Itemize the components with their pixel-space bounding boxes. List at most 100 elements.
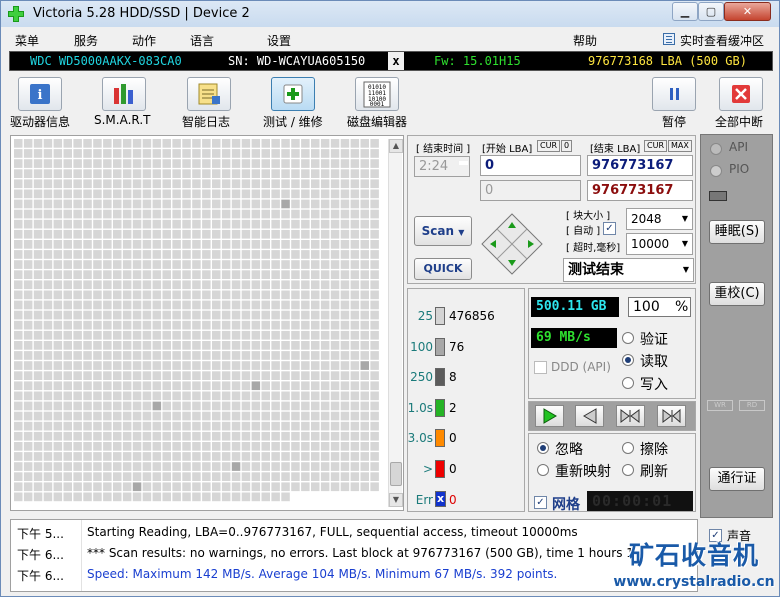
end-lba-input[interactable]: 976773167 xyxy=(587,155,693,176)
ignore-radio[interactable] xyxy=(537,442,549,454)
scan-button[interactable]: Scan ▼ xyxy=(414,216,472,246)
menu-service[interactable]: 服务 xyxy=(74,32,98,49)
device-capacity: 976773168 LBA (500 GB) xyxy=(588,54,747,68)
info-icon: i xyxy=(30,84,50,104)
status-select[interactable]: 测试结束 xyxy=(563,258,694,282)
ignore-label: 忽略 xyxy=(555,442,583,458)
smart-log-button[interactable] xyxy=(187,77,231,111)
grid-checkbox[interactable]: ✓ xyxy=(534,496,547,509)
progress-panel: 500.11 GB 100 % 69 MB/s DDD (API) 验证 读取 … xyxy=(528,288,696,399)
close-button[interactable]: ✕ xyxy=(724,2,771,21)
counter-label: 250 xyxy=(410,370,433,385)
quick-button[interactable]: QUICK xyxy=(414,258,472,280)
time-spin-up-icon[interactable] xyxy=(459,161,468,165)
log-time: 下午 6... xyxy=(17,569,64,583)
scan-button-label: Scan xyxy=(421,224,455,238)
menu-menu[interactable]: 菜单 xyxy=(15,32,39,49)
maximize-button[interactable]: ▢ xyxy=(698,2,724,21)
counter-color-swatch[interactable]: x xyxy=(435,490,446,507)
scroll-up-icon[interactable]: ▲ xyxy=(389,139,403,153)
scan-map-panel: ▲ ▼ xyxy=(10,135,404,511)
counter-color-swatch[interactable] xyxy=(435,368,445,387)
smart-label: S.M.A.R.T xyxy=(94,113,151,127)
disk-editor-label: 磁盘编辑器 xyxy=(347,115,408,129)
medical-cross-icon xyxy=(283,84,303,104)
percent-display: 100 % xyxy=(628,297,691,317)
read-radio[interactable] xyxy=(622,354,634,366)
write-radio[interactable] xyxy=(622,377,634,389)
log-row: 下午 6... *** Scan results: no warnings, n… xyxy=(11,543,697,564)
pio-radio[interactable] xyxy=(710,165,722,177)
pause-label: 暂停 xyxy=(662,115,687,129)
start-lba-input[interactable]: 0 xyxy=(480,155,581,176)
menu-settings[interactable]: 设置 xyxy=(267,32,291,49)
menu-action[interactable]: 动作 xyxy=(132,32,156,49)
reverse-button[interactable] xyxy=(575,405,604,427)
test-repair-button[interactable] xyxy=(271,77,315,111)
timeout-label: [ 超时,毫秒] xyxy=(566,243,621,254)
start-lba-current: 0 xyxy=(480,180,581,201)
skip-end-button[interactable] xyxy=(657,405,686,427)
realtime-buffer-icon[interactable] xyxy=(663,33,675,45)
write-label: 写入 xyxy=(640,377,668,393)
timeout-select[interactable]: 10000 xyxy=(626,233,693,255)
verify-radio[interactable] xyxy=(622,332,634,344)
skip-end-icon xyxy=(662,408,681,424)
counter-color-swatch[interactable] xyxy=(435,307,445,325)
app-window: Victoria 5.28 HDD/SSD | Device 2 ▁ ▢ ✕ 菜… xyxy=(0,0,780,597)
map-scrollbar[interactable]: ▲ ▼ xyxy=(388,139,403,507)
abort-all-button[interactable] xyxy=(719,77,763,111)
smart-button[interactable] xyxy=(102,77,146,111)
menu-bar: 菜单 服务 动作 语言 设置 帮助 实时查看缓冲区 xyxy=(1,28,779,50)
api-label: API xyxy=(729,140,748,154)
skip-back-button[interactable] xyxy=(616,405,645,427)
minimize-button[interactable]: ▁ xyxy=(672,2,698,21)
skip-icon xyxy=(620,409,640,423)
menu-language[interactable]: 语言 xyxy=(190,32,214,49)
pio-label: PIO xyxy=(729,162,750,176)
direction-pad-icon[interactable] xyxy=(480,212,544,276)
pause-button[interactable] xyxy=(652,77,696,111)
sleep-button[interactable]: 睡眠(S) xyxy=(709,220,765,244)
menu-help[interactable]: 帮助 xyxy=(573,32,597,49)
watermark-text: 矿石收音机 xyxy=(628,541,759,570)
start-cur-tag[interactable]: CUR xyxy=(537,140,560,152)
disk-editor-button[interactable]: 01010 11001 10100 0001 xyxy=(355,77,399,111)
end-max-tag[interactable]: MAX xyxy=(668,140,692,152)
counter-color-swatch[interactable] xyxy=(435,429,445,448)
scroll-down-icon[interactable]: ▼ xyxy=(389,493,403,507)
block-size-select[interactable]: 2048 xyxy=(626,208,693,230)
scan-block-map xyxy=(14,139,379,502)
counter-label: 25 xyxy=(417,309,433,323)
ddd-api-checkbox[interactable] xyxy=(534,361,547,374)
play-button[interactable] xyxy=(535,405,564,427)
counter-color-swatch[interactable] xyxy=(435,337,445,356)
recalibrate-button[interactable]: 重校(C) xyxy=(709,282,765,306)
menu-realtime-buffer[interactable]: 实时查看缓冲区 xyxy=(680,32,764,49)
timing-counters-panel: 25 476856 100 76 250 8 1.0s 2 3.0s 0 >0 Err x 0 xyxy=(407,288,525,512)
erase-label: 擦除 xyxy=(640,442,668,458)
remap-radio[interactable] xyxy=(537,464,549,476)
transport-panel xyxy=(528,401,696,431)
drive-info-button[interactable]: i xyxy=(18,77,62,111)
passport-button[interactable]: 通行证 xyxy=(709,467,765,491)
end-time-field[interactable]: 2:24 xyxy=(414,156,470,177)
refresh-radio[interactable] xyxy=(622,464,634,476)
scroll-thumb[interactable] xyxy=(390,462,402,486)
log-message: Starting Reading, LBA=0..976773167, FULL… xyxy=(87,525,578,539)
app-cross-icon xyxy=(8,6,24,22)
counter-color-swatch[interactable] xyxy=(435,460,445,478)
elapsed-timer: 00:00:01 xyxy=(587,491,693,511)
play-icon xyxy=(543,408,557,424)
log-message: *** Scan results: no warnings, no errors… xyxy=(87,546,634,560)
clear-device-button[interactable]: x xyxy=(388,52,404,70)
counter-label: 3.0s xyxy=(407,431,433,446)
erase-radio[interactable] xyxy=(622,442,634,454)
start-zero-tag[interactable]: 0 xyxy=(561,140,573,152)
counter-value: 0 xyxy=(449,492,457,507)
counter-value: 2 xyxy=(449,400,457,415)
api-radio[interactable] xyxy=(710,143,722,155)
auto-checkbox[interactable]: ✓ xyxy=(603,222,616,235)
counter-color-swatch[interactable] xyxy=(435,398,445,417)
end-cur-tag[interactable]: CUR xyxy=(644,140,667,152)
